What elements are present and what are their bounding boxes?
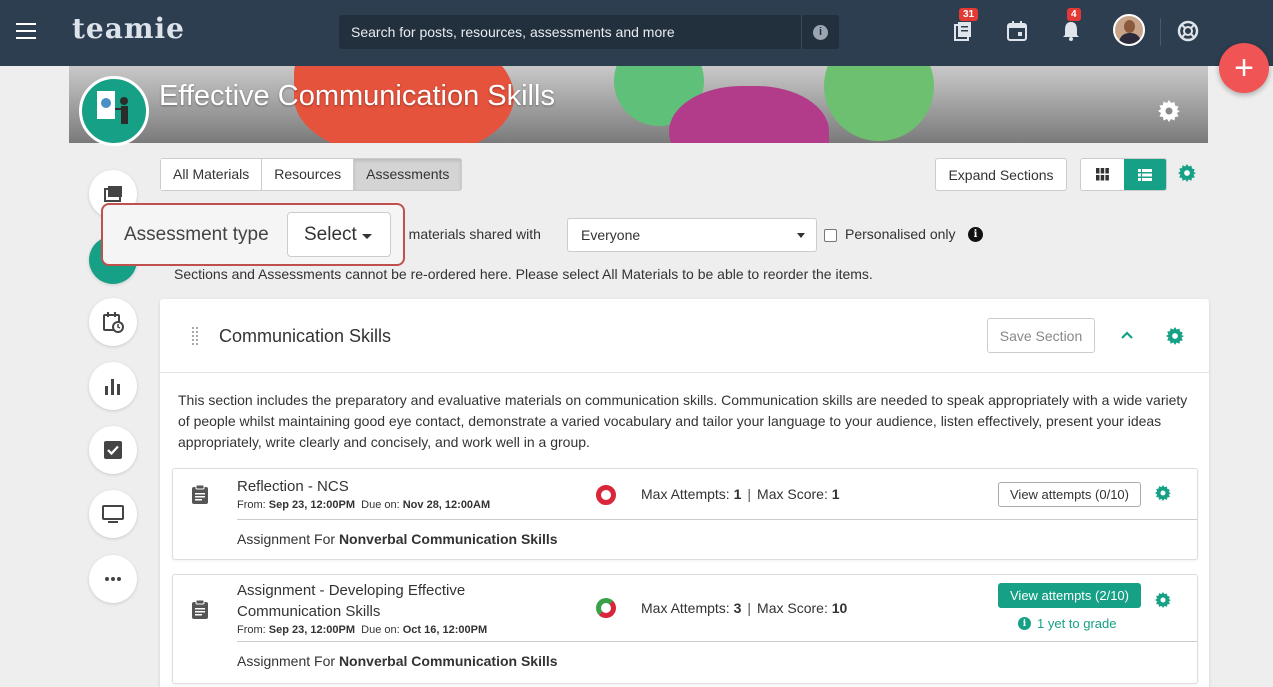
caret-down-icon <box>362 234 372 239</box>
list-view-button[interactable] <box>1123 159 1166 190</box>
info-icon: i <box>1018 617 1031 630</box>
posts-icon <box>104 186 122 202</box>
monitor-icon <box>102 505 124 523</box>
sidenav-calendar[interactable] <box>89 298 137 346</box>
materials-settings-gear-icon[interactable] <box>1178 164 1198 184</box>
add-button[interactable]: + <box>1219 43 1269 93</box>
caret-down-icon <box>797 233 805 238</box>
app-logo[interactable]: teamie <box>72 12 185 45</box>
info-icon: i <box>813 24 828 40</box>
section-card: Communication Skills Save Section This s… <box>160 299 1209 687</box>
save-section-button[interactable]: Save Section <box>987 318 1095 353</box>
submission-status-ring-icon <box>596 598 616 618</box>
bar-chart-icon <box>105 379 120 395</box>
item-settings-gear-icon[interactable] <box>1155 592 1171 608</box>
avatar[interactable] <box>1113 14 1145 46</box>
assessment-stats: Max Attempts: 3 | Max Score: 10 <box>641 600 848 616</box>
tab-resources[interactable]: Resources <box>262 159 355 190</box>
search-info-button[interactable]: i <box>801 15 839 49</box>
view-toggle <box>1080 158 1167 191</box>
assessment-type-select[interactable]: Select <box>287 212 391 257</box>
section-header: Communication Skills Save Section <box>160 299 1209 373</box>
grading-status[interactable]: i1 yet to grade <box>1018 616 1117 631</box>
checkbox-icon <box>104 441 122 459</box>
materials-icon[interactable] <box>952 20 974 42</box>
personalised-only-label: Personalised only <box>845 226 956 242</box>
hamburger-menu-icon[interactable] <box>16 23 36 39</box>
submission-status-ring-icon <box>596 485 616 505</box>
banner-decoration <box>824 66 934 141</box>
assessment-item[interactable]: Reflection - NCS From: Sep 23, 12:00PM D… <box>172 468 1198 560</box>
assignment-for: Assignment For Nonverbal Communication S… <box>237 531 558 547</box>
assessment-type-value: Select <box>304 223 357 245</box>
collapse-chevron-up-icon[interactable] <box>1120 328 1134 342</box>
expand-sections-button[interactable]: Expand Sections <box>935 158 1067 191</box>
reorder-notice: Sections and Assessments cannot be re-or… <box>174 266 873 282</box>
calendar-icon[interactable] <box>1006 20 1028 42</box>
grid-icon <box>1095 168 1109 181</box>
list-icon <box>1137 168 1152 181</box>
divider <box>237 641 1197 642</box>
info-icon[interactable]: i <box>968 227 983 242</box>
divider <box>1160 18 1161 46</box>
course-title: Effective Communication Skills <box>159 80 555 112</box>
assessment-stats: Max Attempts: 1 | Max Score: 1 <box>641 486 840 502</box>
assessment-item[interactable]: Assignment - Developing Effective Commun… <box>172 574 1198 684</box>
shared-with-select[interactable]: Everyone <box>567 218 817 252</box>
section-settings-gear-icon[interactable] <box>1166 327 1184 345</box>
sidenav-tasks[interactable] <box>89 426 137 474</box>
shared-with-label: g materials shared with <box>397 226 541 242</box>
calendar-clock-icon <box>103 312 124 333</box>
assessment-title[interactable]: Assignment - Developing Effective Commun… <box>237 580 537 622</box>
clipboard-icon <box>191 484 209 504</box>
drag-handle-icon[interactable] <box>192 327 198 345</box>
assessment-title[interactable]: Reflection - NCS <box>237 476 349 497</box>
grid-view-button[interactable] <box>1081 159 1124 190</box>
course-settings-gear-icon[interactable] <box>1158 100 1180 122</box>
bell-icon[interactable] <box>1060 20 1082 42</box>
sidenav-more[interactable] <box>89 555 137 603</box>
sidenav-classroom[interactable] <box>89 490 137 538</box>
top-navigation-bar: teamie i 31 4 <box>0 0 1273 66</box>
assessment-dates: From: Sep 23, 12:00PM Due on: Nov 28, 12… <box>237 499 491 511</box>
help-icon[interactable] <box>1177 20 1199 42</box>
assignment-for: Assignment For Nonverbal Communication S… <box>237 653 558 669</box>
materials-badge: 31 <box>959 8 979 21</box>
course-banner: Effective Communication Skills <box>69 66 1208 143</box>
section-description: This section includes the preparatory an… <box>178 392 1188 450</box>
tab-assessments[interactable]: Assessments <box>354 159 462 190</box>
view-attempts-button[interactable]: View attempts (0/10) <box>998 482 1141 507</box>
clipboard-icon <box>191 599 209 619</box>
personalised-only-checkbox[interactable] <box>824 229 837 242</box>
assessment-dates: From: Sep 23, 12:00PM Due on: Oct 16, 12… <box>237 624 488 636</box>
material-filter-tabs: All Materials Resources Assessments <box>160 158 463 191</box>
tab-all-materials[interactable]: All Materials <box>161 159 263 190</box>
shared-with-value: Everyone <box>581 227 641 243</box>
item-settings-gear-icon[interactable] <box>1155 485 1171 501</box>
assessment-type-label: Assessment type <box>124 224 269 245</box>
view-attempts-button[interactable]: View attempts (2/10) <box>998 583 1141 608</box>
divider <box>237 519 1197 520</box>
search-bar: i <box>339 15 839 49</box>
sidenav-analytics[interactable] <box>89 362 137 410</box>
notifications-badge: 4 <box>1067 8 1081 21</box>
course-avatar <box>79 76 149 146</box>
more-icon <box>105 577 121 581</box>
section-title: Communication Skills <box>219 326 392 346</box>
search-input[interactable] <box>339 15 799 49</box>
